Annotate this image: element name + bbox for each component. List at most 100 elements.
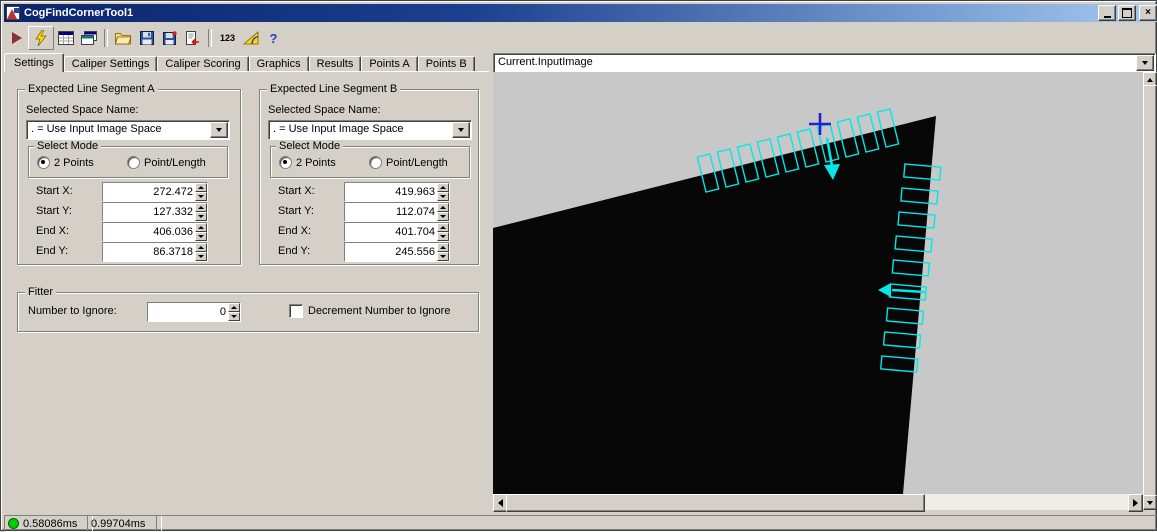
window-titlebar[interactable]: CogFindCornerTool1 ×	[4, 4, 1157, 22]
floating-display-button[interactable]	[77, 27, 100, 49]
spin-up-button[interactable]	[195, 223, 207, 232]
save-button[interactable]	[135, 27, 158, 49]
segment-b-end-y-field	[344, 242, 450, 262]
spin-up-button[interactable]	[437, 243, 449, 252]
segment-b-start-y-input[interactable]	[345, 203, 437, 221]
segment-a-point-length-radio[interactable]: Point/Length	[127, 156, 206, 169]
segment-a-end-y-input[interactable]	[103, 243, 195, 261]
segment-a-group-title: Expected Line Segment A	[25, 83, 158, 95]
angle-units-button[interactable]	[239, 27, 262, 49]
tab-graphics[interactable]: Graphics	[249, 56, 309, 71]
spin-up-button[interactable]	[437, 203, 449, 212]
vertical-scroll-thumb[interactable]	[1143, 85, 1157, 499]
image-source-dropdown-button[interactable]	[1136, 55, 1154, 71]
tab-label: Results	[317, 58, 354, 70]
segment-a-point-length-label: Point/Length	[144, 157, 206, 169]
spin-up-button[interactable]	[195, 243, 207, 252]
import-image-button[interactable]	[181, 27, 204, 49]
image-source-combo[interactable]: Current.InputImage	[493, 53, 1156, 73]
spinner	[195, 183, 207, 201]
segment-a-space-combo[interactable]: . = Use Input Image Space	[26, 120, 230, 140]
scroll-left-icon	[498, 499, 503, 507]
status-time1: 0.58086ms	[23, 518, 77, 530]
segment-a-space-name-label: Selected Space Name:	[26, 104, 139, 116]
minimize-button[interactable]	[1098, 5, 1116, 21]
spin-down-button[interactable]	[437, 232, 449, 241]
segment-b-start-x-label: Start X:	[278, 185, 315, 197]
tab-points-b[interactable]: Points B	[418, 56, 475, 71]
electric-run-button[interactable]	[28, 26, 54, 50]
segment-b-start-x-input[interactable]	[345, 183, 437, 201]
spin-up-icon	[198, 206, 204, 209]
tab-strip: Settings Caliper Settings Caliper Scorin…	[4, 54, 475, 72]
segment-b-start-y-label: Start Y:	[278, 205, 314, 217]
segment-b-point-length-radio[interactable]: Point/Length	[369, 156, 448, 169]
segment-b-space-dropdown-button[interactable]	[452, 122, 470, 138]
maximize-button[interactable]	[1118, 5, 1136, 21]
scroll-down-button[interactable]	[1143, 495, 1157, 510]
tab-caliper-settings[interactable]: Caliper Settings	[64, 56, 158, 71]
tab-results[interactable]: Results	[309, 56, 362, 71]
spin-up-button[interactable]	[195, 183, 207, 192]
open-button[interactable]	[112, 27, 135, 49]
segment-b-select-mode-title: Select Mode	[276, 140, 343, 152]
horizontal-scrollbar[interactable]	[493, 494, 1143, 510]
number-format-button[interactable]: 123	[216, 27, 239, 49]
tab-points-a[interactable]: Points A	[361, 56, 417, 71]
spin-up-button[interactable]	[195, 203, 207, 212]
close-button[interactable]: ×	[1139, 5, 1157, 21]
spin-down-button[interactable]	[437, 252, 449, 261]
segment-a-space-value: . = Use Input Image Space	[27, 121, 209, 139]
image-display	[493, 72, 1143, 494]
decrement-checkbox[interactable]	[289, 304, 303, 318]
protractor-icon	[243, 31, 259, 45]
segment-a-space-dropdown-button[interactable]	[210, 122, 228, 138]
save-image-button[interactable]	[158, 27, 181, 49]
spin-up-button[interactable]	[437, 223, 449, 232]
spin-up-icon	[440, 186, 446, 189]
segment-b-space-value: . = Use Input Image Space	[269, 121, 451, 139]
tab-caliper-scoring[interactable]: Caliper Scoring	[157, 56, 248, 71]
segment-a-2points-radio[interactable]: 2 Points	[37, 156, 94, 169]
tab-label: Points B	[426, 58, 467, 70]
spin-up-button[interactable]	[228, 303, 240, 312]
spin-up-icon	[440, 226, 446, 229]
scroll-right-button[interactable]	[1128, 494, 1143, 512]
horizontal-scroll-thumb[interactable]	[506, 494, 925, 512]
tab-settings[interactable]: Settings	[4, 53, 64, 72]
import-image-icon	[185, 31, 200, 45]
segment-b-end-x-input[interactable]	[345, 223, 437, 241]
segment-a-select-mode-title: Select Mode	[34, 140, 101, 152]
result-grid-button[interactable]	[54, 27, 77, 49]
segment-a-2points-label: 2 Points	[54, 157, 94, 169]
spin-down-button[interactable]	[437, 212, 449, 221]
run-button[interactable]	[5, 27, 28, 49]
spin-up-icon	[198, 186, 204, 189]
spin-down-button[interactable]	[195, 212, 207, 221]
segment-a-start-y-input[interactable]	[103, 203, 195, 221]
segment-b-2points-radio[interactable]: 2 Points	[279, 156, 336, 169]
spin-up-button[interactable]	[437, 183, 449, 192]
spin-down-button[interactable]	[437, 192, 449, 201]
segment-a-start-x-input[interactable]	[103, 183, 195, 201]
image-viewport[interactable]	[493, 72, 1143, 494]
number-to-ignore-input[interactable]	[148, 303, 228, 321]
dropdown-arrow-icon	[1142, 61, 1148, 65]
save-icon	[140, 31, 154, 45]
segment-a-select-mode-group: Select Mode 2 Points Point/Length	[28, 146, 228, 178]
spin-down-button[interactable]	[195, 192, 207, 201]
segment-b-end-y-input[interactable]	[345, 243, 437, 261]
segment-a-end-x-input[interactable]	[103, 223, 195, 241]
help-button[interactable]: ?	[262, 27, 285, 49]
spin-down-button[interactable]	[228, 312, 240, 321]
spin-down-button[interactable]	[195, 252, 207, 261]
spin-down-icon	[440, 215, 446, 218]
segment-b-space-combo[interactable]: . = Use Input Image Space	[268, 120, 472, 140]
tab-label: Settings	[14, 57, 54, 69]
segment-a-end-y-label: End Y:	[36, 245, 68, 257]
vertical-scrollbar[interactable]	[1143, 72, 1155, 510]
spinner	[437, 203, 449, 221]
status-time2: 0.99704ms	[91, 518, 145, 530]
spin-down-icon	[440, 255, 446, 258]
spin-down-button[interactable]	[195, 232, 207, 241]
